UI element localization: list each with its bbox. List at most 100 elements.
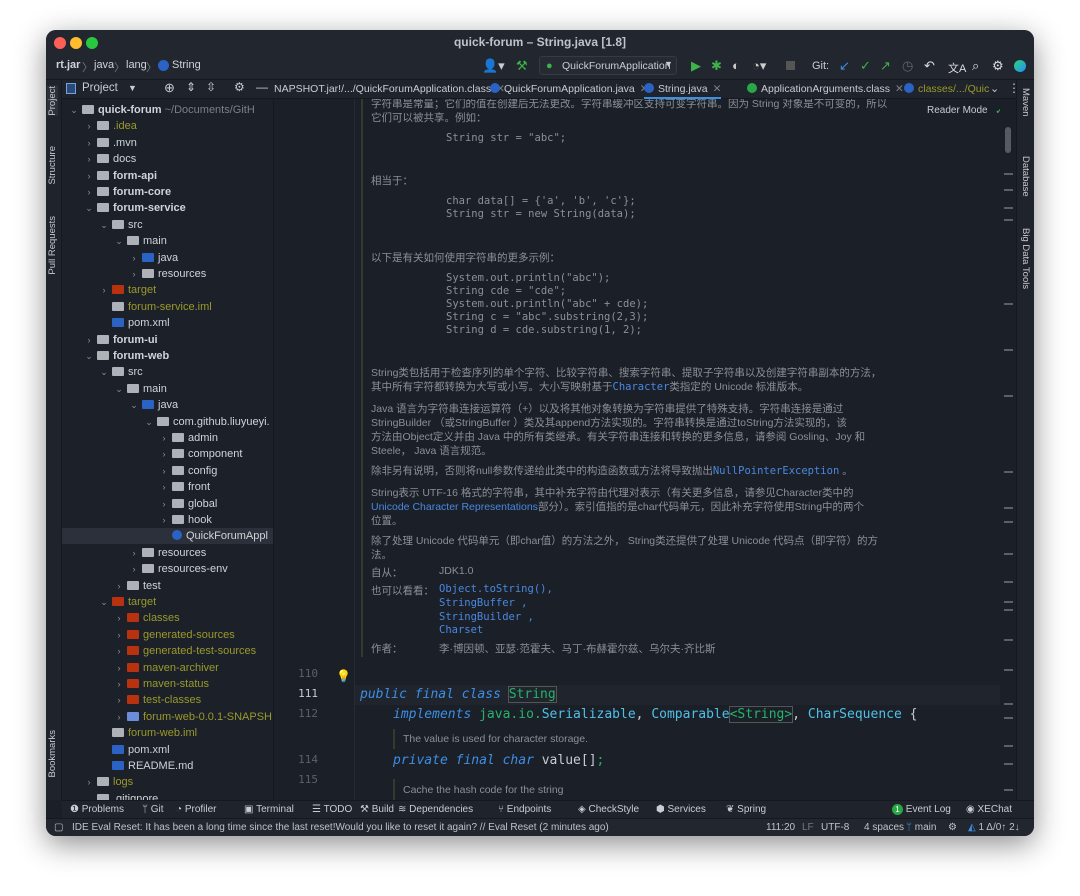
chevron-right-icon[interactable]: › (83, 135, 95, 151)
tool-window-endpoints[interactable]: ⑂ Endpoints (498, 804, 551, 815)
chevron-right-icon[interactable]: › (83, 774, 95, 790)
scroll-marker[interactable] (1004, 609, 1013, 611)
editor-tab[interactable]: NAPSHOT.jar!/.../QuickForumApplication.c… (274, 80, 505, 99)
indent-setting[interactable]: 4 spaces (864, 822, 904, 833)
doc-link[interactable]: NullPointerException (713, 465, 839, 477)
chevron-down-icon[interactable]: ⌄ (98, 217, 110, 233)
chevron-down-icon[interactable]: ⌄ (83, 348, 95, 364)
tree-item[interactable]: › .idea (62, 118, 273, 134)
tree-item[interactable]: QuickForumAppl (62, 528, 273, 545)
doc-link[interactable]: Charset (439, 624, 483, 636)
tree-item[interactable]: pom.xml (62, 742, 273, 758)
stripe-maven[interactable]: Maven (1020, 88, 1031, 117)
tree-item[interactable]: › logs (62, 774, 273, 790)
scroll-marker[interactable] (1004, 717, 1013, 719)
tree-item[interactable]: › forum-ui (62, 332, 273, 348)
reader-mode-button[interactable]: Reader Mode (927, 105, 988, 116)
chevron-down-icon[interactable]: ⌄ (143, 414, 155, 430)
chevron-down-icon[interactable]: ▼ (128, 83, 137, 93)
file-encoding[interactable]: UTF-8 (821, 822, 849, 833)
tree-item[interactable]: › component (62, 446, 273, 462)
chevron-right-icon[interactable]: › (128, 250, 140, 266)
stripe-structure[interactable]: Structure (47, 146, 58, 185)
tool-window-dependencies[interactable]: ≋ Dependencies (398, 804, 473, 815)
chevron-right-icon[interactable]: › (113, 643, 125, 659)
tree-item[interactable]: ⌄ src (62, 217, 273, 233)
chevron-down-icon[interactable]: ⌄ (128, 397, 140, 413)
code-editor[interactable]: 字符串是常量；它们的值在创建后无法更改。字符串缓冲区支持可变字符串。因为 Str… (355, 99, 1000, 800)
search-icon[interactable]: ⌕ (972, 58, 979, 74)
history-icon[interactable]: ◷ (902, 58, 913, 74)
chevron-right-icon[interactable]: › (128, 561, 140, 577)
tree-item[interactable]: › forum-web-0.0.1-SNAPSH (62, 709, 273, 725)
git-counts[interactable]: ◭ 1 Δ/0↑ 2↓ (968, 822, 1020, 833)
chevron-down-icon[interactable]: ⌄ (98, 364, 110, 380)
scroll-marker[interactable] (1004, 219, 1013, 221)
tree-item[interactable]: README.md (62, 758, 273, 774)
tool-window-problems[interactable]: ❶ Problems (70, 804, 124, 815)
chevron-right-icon[interactable]: › (113, 627, 125, 643)
tree-item[interactable]: ⌄ quick-forum ~/Documents/GitH (62, 102, 273, 118)
scroll-marker[interactable] (1004, 581, 1013, 583)
tree-item[interactable]: › resources (62, 545, 273, 561)
tree-item[interactable]: › docs (62, 151, 273, 167)
breadcrumb-item[interactable]: lang (126, 59, 147, 71)
tree-item[interactable]: › java (62, 250, 273, 266)
xechat-button[interactable]: ◉ XEChat (966, 804, 1012, 815)
doc-link[interactable]: StringBuffer , (439, 597, 528, 609)
gear-icon[interactable]: ⚙ (234, 80, 245, 94)
tree-item[interactable]: › hook (62, 512, 273, 528)
minimize-window-button[interactable] (70, 37, 82, 49)
tree-item[interactable]: › maven-status (62, 676, 273, 692)
scroll-marker[interactable] (1004, 639, 1013, 641)
lock-icon[interactable]: ⚙ (948, 822, 957, 833)
tree-item[interactable]: › .mvn (62, 135, 273, 151)
editor-tab[interactable]: String.java ✕ (644, 80, 722, 99)
chevron-down-icon[interactable]: ⌄ (113, 381, 125, 397)
tree-item[interactable]: ⌄ main (62, 233, 273, 249)
tree-item[interactable]: ⌄ java (62, 397, 273, 413)
scroll-marker[interactable] (1004, 763, 1013, 765)
scroll-marker[interactable] (1004, 507, 1013, 509)
editor-tab[interactable]: ApplicationArguments.class ✕ (747, 80, 904, 99)
chevron-right-icon[interactable]: › (158, 512, 170, 528)
collapse-all-icon[interactable]: ⇳ (206, 80, 216, 94)
scroll-marker[interactable] (1004, 789, 1013, 791)
scroll-marker[interactable] (1004, 189, 1013, 191)
tree-item[interactable]: ⌄ main (62, 381, 273, 397)
tree-item[interactable]: › front (62, 479, 273, 495)
editor-scrollbar[interactable] (1000, 99, 1016, 800)
tool-window-terminal[interactable]: ▣ Terminal (244, 804, 294, 815)
tree-item[interactable]: ⌄ forum-web (62, 348, 273, 364)
caret-position[interactable]: 111:20 (766, 822, 795, 833)
breadcrumb-item[interactable]: rt.jar (56, 59, 80, 71)
chevron-right-icon[interactable]: › (83, 151, 95, 167)
stripe-pull-requests[interactable]: Pull Requests (47, 216, 58, 275)
chevron-down-icon[interactable]: ⌄ (113, 233, 125, 249)
plugin-logo-icon[interactable] (1014, 60, 1026, 72)
tree-item[interactable]: ⌄ target (62, 594, 273, 610)
git-update-icon[interactable]: ↙ (839, 58, 850, 74)
stripe-bookmarks[interactable]: Bookmarks (47, 730, 58, 778)
chevron-right-icon[interactable]: › (113, 660, 125, 676)
stripe-database[interactable]: Database (1020, 156, 1031, 197)
git-branch[interactable]: ᛘ main (906, 822, 936, 833)
tree-item[interactable]: .gitignore (62, 791, 273, 800)
tree-item[interactable]: ⌄ src (62, 364, 273, 380)
scroll-marker[interactable] (1004, 669, 1013, 671)
build-hammer-icon[interactable]: ⚒ (516, 58, 528, 74)
tool-window-services[interactable]: ⬢ Services (656, 804, 706, 815)
editor-tab[interactable]: QuickForumApplication.java✕ (490, 80, 649, 99)
chevron-right-icon[interactable]: › (128, 545, 140, 561)
translate-icon[interactable]: 文A (948, 60, 966, 76)
scroll-marker[interactable] (1004, 349, 1013, 351)
tree-item[interactable]: ⌄ forum-service (62, 200, 273, 216)
stop-icon[interactable] (786, 61, 795, 70)
scroll-marker[interactable] (1004, 703, 1013, 705)
stripe-big-data-tools[interactable]: Big Data Tools (1020, 228, 1031, 289)
close-window-button[interactable] (54, 37, 66, 49)
chevron-right-icon[interactable]: › (158, 479, 170, 495)
scroll-marker[interactable] (1004, 601, 1013, 603)
scroll-marker[interactable] (1004, 745, 1013, 747)
stripe-project[interactable]: Project (47, 86, 58, 116)
